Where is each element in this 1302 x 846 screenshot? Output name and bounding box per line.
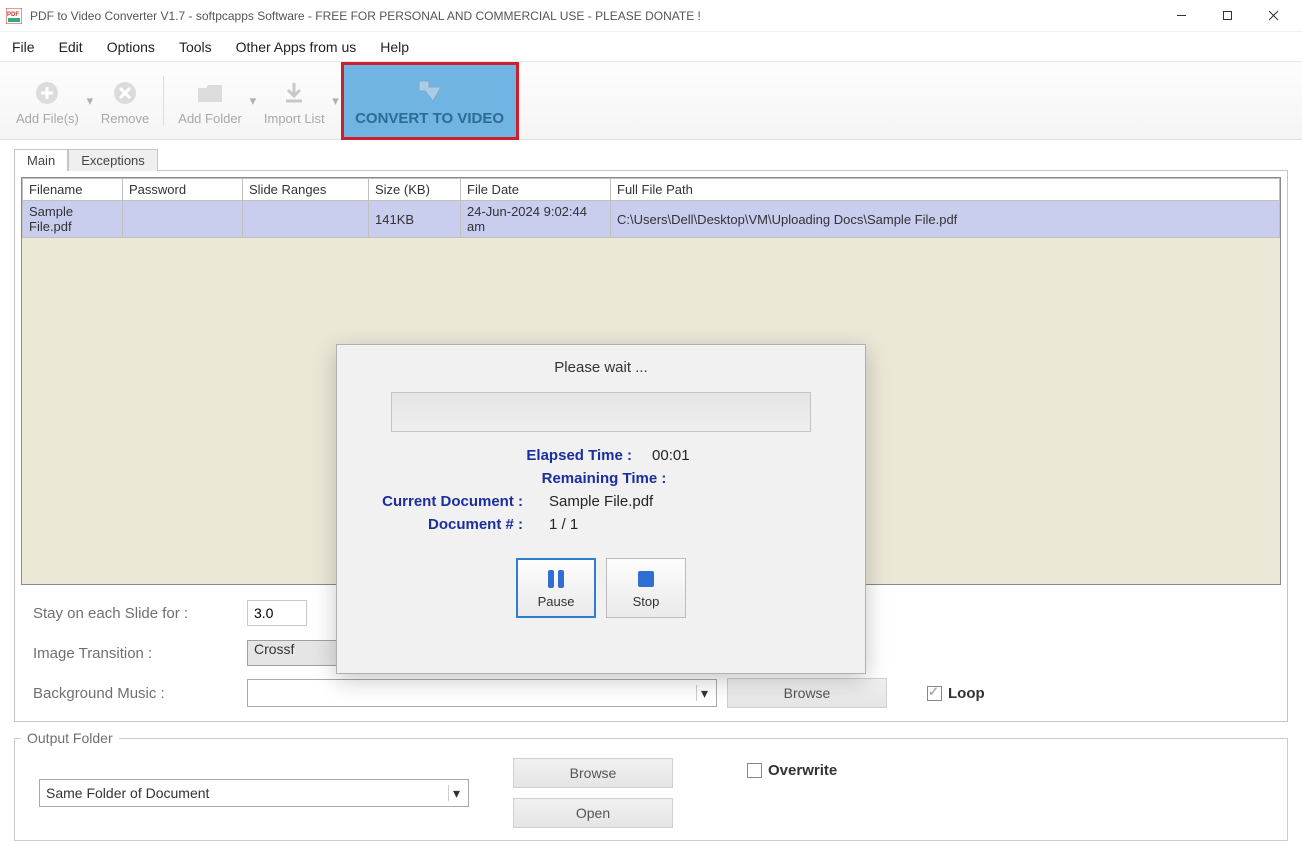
- doc-num-label: Document # :: [351, 516, 531, 533]
- output-open-button[interactable]: Open: [513, 798, 673, 828]
- bgmusic-browse-button[interactable]: Browse: [727, 678, 887, 708]
- import-icon: [278, 77, 310, 109]
- current-doc-label: Current Document :: [351, 493, 531, 510]
- tab-strip: Main Exceptions: [14, 148, 1302, 170]
- add-files-button[interactable]: Add File(s): [10, 73, 85, 128]
- transition-label: Image Transition :: [27, 645, 237, 662]
- remove-button[interactable]: Remove: [95, 73, 155, 128]
- add-folder-label: Add Folder: [178, 111, 242, 126]
- checkbox-icon: [927, 686, 942, 701]
- import-list-label: Import List: [264, 111, 325, 126]
- output-folder-value: Same Folder of Document: [46, 785, 209, 801]
- remove-icon: [109, 77, 141, 109]
- remaining-label: Remaining Time :: [542, 470, 675, 487]
- col-password[interactable]: Password: [123, 179, 243, 201]
- elapsed-label: Elapsed Time :: [526, 447, 640, 464]
- col-slide-ranges[interactable]: Slide Ranges: [243, 179, 369, 201]
- bgmusic-label: Background Music :: [27, 685, 237, 702]
- dialog-title: Please wait ...: [337, 345, 865, 384]
- tab-exceptions[interactable]: Exceptions: [68, 149, 158, 171]
- cell-size: 141KB: [369, 201, 461, 238]
- menu-other-apps[interactable]: Other Apps from us: [236, 39, 357, 55]
- convert-arrow-icon: [415, 76, 445, 106]
- maximize-button[interactable]: [1204, 0, 1250, 32]
- add-files-label: Add File(s): [16, 111, 79, 126]
- pause-label: Pause: [538, 594, 575, 609]
- convert-to-video-button[interactable]: CONVERT TO VIDEO: [341, 62, 519, 140]
- add-folder-button[interactable]: Add Folder: [172, 73, 248, 128]
- col-full-path[interactable]: Full File Path: [611, 179, 1280, 201]
- col-size[interactable]: Size (KB): [369, 179, 461, 201]
- close-button[interactable]: [1250, 0, 1296, 32]
- stop-icon: [635, 568, 657, 590]
- col-filename[interactable]: Filename: [23, 179, 123, 201]
- overwrite-label: Overwrite: [768, 762, 837, 779]
- minimize-button[interactable]: [1158, 0, 1204, 32]
- cell-full-path: C:\Users\Dell\Desktop\VM\Uploading Docs\…: [611, 201, 1280, 238]
- import-list-button[interactable]: Import List: [258, 73, 331, 128]
- menu-options[interactable]: Options: [107, 39, 155, 55]
- pause-icon: [545, 568, 567, 590]
- toolbar-separator: [163, 76, 164, 126]
- stay-label: Stay on each Slide for :: [27, 605, 237, 622]
- current-doc-value: Sample File.pdf: [549, 493, 653, 510]
- cell-slide-ranges: [243, 201, 369, 238]
- add-icon: [31, 77, 63, 109]
- stop-button[interactable]: Stop: [606, 558, 686, 618]
- loop-checkbox[interactable]: Loop: [927, 685, 985, 702]
- output-browse-button[interactable]: Browse: [513, 758, 673, 788]
- transition-value: Crossf: [254, 641, 294, 657]
- table-row[interactable]: Sample File.pdf 141KB 24-Jun-2024 9:02:4…: [23, 201, 1280, 238]
- menu-file[interactable]: File: [12, 39, 35, 55]
- overwrite-checkbox[interactable]: Overwrite: [747, 762, 837, 779]
- title-bar: PDF PDF to Video Converter V1.7 - softpc…: [0, 0, 1302, 32]
- elapsed-value: 00:01: [652, 447, 690, 464]
- progress-dialog: Please wait ... Elapsed Time : 00:01 Rem…: [336, 344, 866, 674]
- output-legend: Output Folder: [21, 730, 119, 746]
- stop-label: Stop: [633, 594, 660, 609]
- chevron-down-icon: ▾: [448, 785, 464, 801]
- app-icon: PDF: [6, 8, 22, 24]
- chevron-down-icon: ▾: [696, 685, 712, 701]
- import-list-dropdown[interactable]: ▾: [331, 93, 341, 109]
- progress-bar: [391, 392, 811, 432]
- cell-filename: Sample File.pdf: [23, 201, 123, 238]
- pause-button[interactable]: Pause: [516, 558, 596, 618]
- col-file-date[interactable]: File Date: [461, 179, 611, 201]
- loop-label: Loop: [948, 685, 985, 702]
- output-folder-combo[interactable]: Same Folder of Document ▾: [39, 779, 469, 807]
- bgmusic-combo[interactable]: ▾: [247, 679, 717, 707]
- cell-password: [123, 201, 243, 238]
- checkbox-icon: [747, 763, 762, 778]
- menu-bar: File Edit Options Tools Other Apps from …: [0, 32, 1302, 62]
- menu-tools[interactable]: Tools: [179, 39, 212, 55]
- menu-edit[interactable]: Edit: [59, 39, 83, 55]
- output-folder-group: Output Folder Same Folder of Document ▾ …: [14, 730, 1288, 841]
- doc-num-value: 1 / 1: [549, 516, 578, 533]
- add-files-dropdown[interactable]: ▾: [85, 93, 95, 109]
- cell-file-date: 24-Jun-2024 9:02:44 am: [461, 201, 611, 238]
- window-title: PDF to Video Converter V1.7 - softpcapps…: [30, 9, 701, 23]
- toolbar: Add File(s) ▾ Remove Add Folder ▾ Import…: [0, 62, 1302, 140]
- folder-icon: [194, 77, 226, 109]
- menu-help[interactable]: Help: [380, 39, 409, 55]
- tab-main[interactable]: Main: [14, 149, 68, 171]
- table-header-row: Filename Password Slide Ranges Size (KB)…: [23, 179, 1280, 201]
- add-folder-dropdown[interactable]: ▾: [248, 93, 258, 109]
- stay-input[interactable]: [247, 600, 307, 626]
- remove-label: Remove: [101, 111, 149, 126]
- svg-text:PDF: PDF: [7, 12, 19, 18]
- window-controls: [1158, 0, 1296, 32]
- convert-label: CONVERT TO VIDEO: [355, 110, 504, 127]
